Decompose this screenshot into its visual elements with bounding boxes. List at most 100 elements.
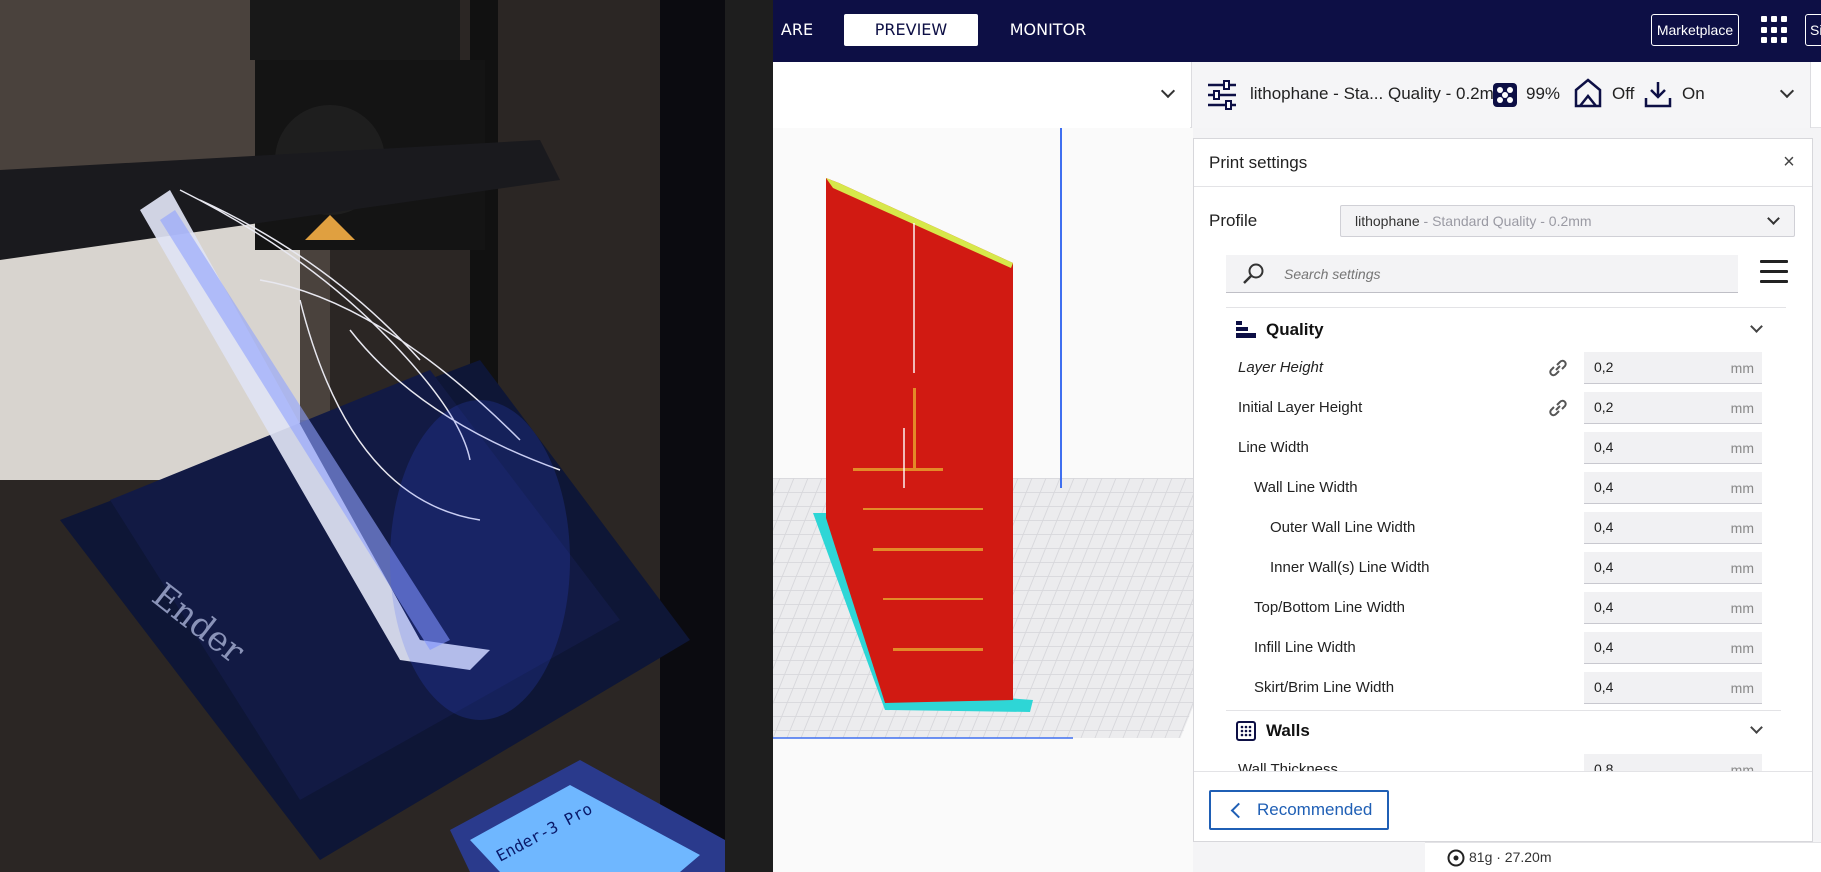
chevron-left-icon [1230, 802, 1247, 819]
setting-input[interactable]: 0,4 mm [1584, 672, 1762, 704]
setting-value: 0,4 [1594, 679, 1614, 695]
panel-header: Print settings × [1194, 139, 1812, 187]
setting-row-layer-height[interactable]: Layer Height 0,2 mm [1226, 348, 1781, 388]
setting-label: Skirt/Brim Line Width [1254, 679, 1395, 696]
setting-input[interactable]: 0,8 mm [1584, 754, 1762, 771]
setting-input[interactable]: 0,2 mm [1584, 352, 1762, 384]
download-icon [1644, 82, 1672, 108]
settings-visibility-menu-icon[interactable] [1760, 260, 1788, 284]
setting-unit: mm [1730, 480, 1754, 496]
recommended-button[interactable]: Recommended [1209, 790, 1389, 830]
sign-in-button[interactable]: Si [1805, 14, 1821, 46]
setting-value: 0,4 [1594, 559, 1614, 575]
print-setup-selector[interactable]: lithophane - Sta... Quality - 0.2mm 99% … [1191, 62, 1811, 128]
adhesion-value: Off [1612, 84, 1635, 103]
tab-preview[interactable]: PREVIEW [844, 14, 978, 46]
chevron-down-icon [1750, 721, 1763, 734]
setting-row-outer-wall-line-width[interactable]: Outer Wall Line Width 0,4 mm [1226, 508, 1781, 548]
panel-footer: Recommended [1194, 771, 1812, 841]
cura-window: ARE PREVIEW MONITOR Marketplace Si litho… [773, 0, 1821, 872]
setting-value: 0,2 [1594, 359, 1614, 375]
chevron-down-icon [1750, 320, 1763, 333]
setting-row-skirt-brim-line-width[interactable]: Skirt/Brim Line Width 0,4 mm [1226, 668, 1781, 708]
printer-photo-drawing: Ender Ender-3 Pro [0, 0, 725, 872]
setting-unit: mm [1730, 400, 1754, 416]
quality-icon [1236, 321, 1256, 338]
stage-bar: ARE PREVIEW MONITOR Marketplace Si [773, 0, 1821, 62]
printer-photo: Ender Ender-3 Pro [0, 0, 725, 872]
setting-row-top-bottom-line-width[interactable]: Top/Bottom Line Width 0,4 mm [1226, 588, 1781, 628]
setting-input[interactable]: 0,4 mm [1584, 592, 1762, 624]
material-estimate: 81g · 27.20m [1469, 849, 1552, 865]
setting-unit: mm [1730, 762, 1754, 771]
setting-row-inner-wall-line-width[interactable]: Inner Wall(s) Line Width 0,4 mm [1226, 548, 1781, 588]
category-walls[interactable]: Walls [1226, 710, 1781, 750]
setting-unit: mm [1730, 440, 1754, 456]
setting-unit: mm [1730, 520, 1754, 536]
setting-label: Layer Height [1238, 359, 1324, 376]
setting-input[interactable]: 0,4 mm [1584, 432, 1762, 464]
setting-label: Outer Wall Line Width [1270, 519, 1416, 536]
setting-label: Line Width [1238, 439, 1309, 456]
print-info-bar: 81g · 27.20m [1425, 842, 1821, 872]
chevron-down-icon [1779, 83, 1795, 99]
setting-unit: mm [1730, 640, 1754, 656]
setting-unit: mm [1730, 560, 1754, 576]
printer-selector[interactable] [773, 62, 1190, 128]
category-quality[interactable]: Quality [1226, 310, 1781, 350]
setting-value: 0,8 [1594, 761, 1614, 771]
link-icon[interactable] [1547, 358, 1569, 378]
tab-monitor[interactable]: MONITOR [1003, 14, 1093, 46]
search-input[interactable] [1284, 263, 1724, 285]
setting-label: Wall Line Width [1254, 479, 1358, 496]
support-value: 99% [1526, 84, 1561, 103]
close-icon[interactable]: × [1778, 151, 1800, 173]
setting-value: 0,2 [1594, 399, 1614, 415]
setting-label: Initial Layer Height [1238, 399, 1363, 416]
setting-value: 0,4 [1594, 599, 1614, 615]
support-icon [1493, 83, 1517, 107]
setting-label: Infill Line Width [1254, 639, 1356, 656]
setting-row-wall-line-width[interactable]: Wall Line Width 0,4 mm [1226, 468, 1781, 508]
settings-list[interactable]: Quality Layer Height 0,2 mm Initial Laye… [1226, 307, 1786, 771]
adhesion-icon [1574, 78, 1602, 108]
print-settings-panel: Print settings × Profile lithophane - St… [1193, 138, 1813, 842]
link-icon[interactable] [1547, 398, 1569, 418]
profile-description: - Standard Quality - 0.2mm [1419, 213, 1592, 229]
category-label: Quality [1266, 320, 1324, 339]
walls-icon [1236, 721, 1256, 741]
model-viewport[interactable] [773, 128, 1193, 872]
search-icon [1243, 263, 1264, 284]
setting-value: 0,4 [1594, 519, 1614, 535]
category-label: Walls [1266, 721, 1310, 740]
setting-input[interactable]: 0,2 mm [1584, 392, 1762, 424]
model-preview [773, 178, 1073, 739]
tab-prepare[interactable]: ARE [773, 14, 827, 46]
profile-dropdown[interactable]: lithophane - Standard Quality - 0.2mm [1340, 205, 1795, 237]
setting-unit: mm [1730, 600, 1754, 616]
setting-row-infill-line-width[interactable]: Infill Line Width 0,4 mm [1226, 628, 1781, 668]
marketplace-button[interactable]: Marketplace [1651, 14, 1739, 46]
profile-summary: lithophane - Sta... Quality - 0.2mm [1250, 84, 1508, 103]
extra-value: On [1682, 84, 1705, 103]
setting-label: Top/Bottom Line Width [1254, 599, 1405, 616]
setting-row-wall-thickness[interactable]: Wall Thickness 0,8 mm [1226, 750, 1781, 771]
settings-search[interactable] [1226, 255, 1738, 293]
setting-value: 0,4 [1594, 439, 1614, 455]
setting-value: 0,4 [1594, 639, 1614, 655]
chevron-down-icon [1767, 212, 1780, 225]
settings-sliders-icon [1208, 80, 1236, 110]
setting-unit: mm [1730, 360, 1754, 376]
setting-input[interactable]: 0,4 mm [1584, 552, 1762, 584]
recommended-label: Recommended [1257, 800, 1373, 819]
photo-divider [725, 0, 773, 872]
setting-input[interactable]: 0,4 mm [1584, 472, 1762, 504]
setting-row-initial-layer-height[interactable]: Initial Layer Height 0,2 mm [1226, 388, 1781, 428]
setting-input[interactable]: 0,4 mm [1584, 512, 1762, 544]
profile-name: lithophane [1355, 213, 1420, 229]
setting-input[interactable]: 0,4 mm [1584, 632, 1762, 664]
profile-label: Profile [1209, 211, 1258, 230]
apps-grid-icon[interactable] [1761, 16, 1789, 44]
setting-row-line-width[interactable]: Line Width 0,4 mm [1226, 428, 1781, 468]
spool-icon [1447, 849, 1465, 867]
